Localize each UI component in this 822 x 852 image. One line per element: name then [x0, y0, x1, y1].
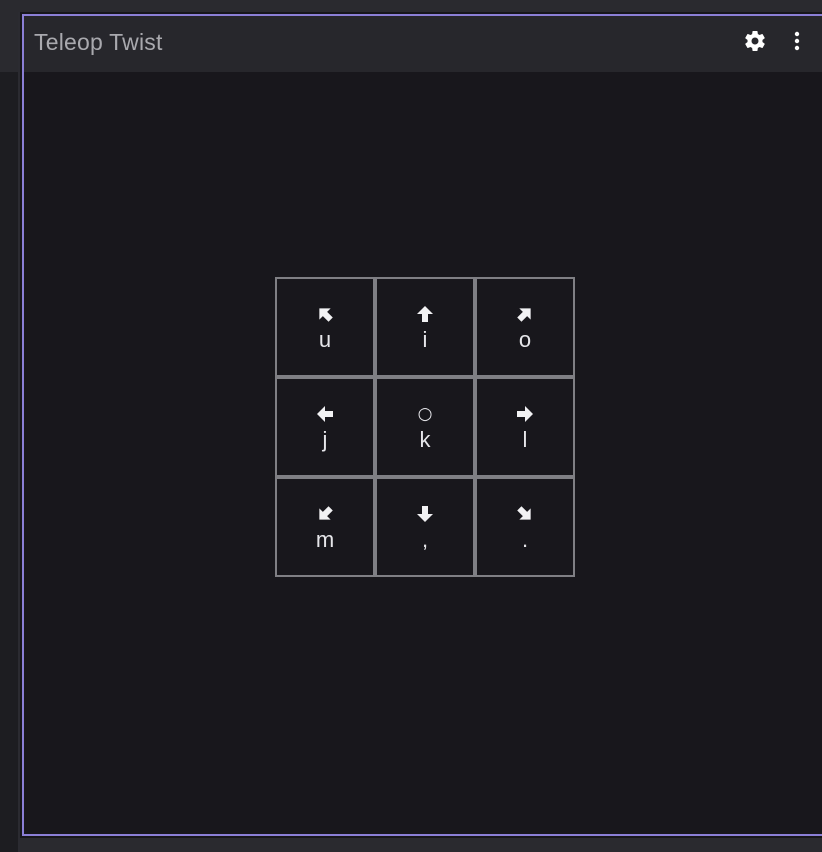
key-label: j [322, 427, 328, 452]
arrow-right-icon [516, 403, 534, 425]
top-bar [0, 0, 822, 12]
left-sidebar-edge [0, 12, 20, 852]
key-l-turn-right[interactable]: l [475, 377, 575, 477]
left-sidebar-header [0, 12, 20, 72]
key-label: o [518, 327, 532, 352]
key-j-turn-left[interactable]: j [275, 377, 375, 477]
key-k-stop[interactable]: ○ k [375, 377, 475, 477]
key-period-backward-right[interactable]: . [475, 477, 575, 577]
more-vertical-icon [785, 29, 809, 57]
arrow-up-right-icon [516, 303, 534, 325]
key-label: m [315, 527, 335, 552]
key-label: l [522, 427, 528, 452]
bottom-bar [20, 838, 822, 852]
arrow-up-icon [416, 303, 434, 325]
key-label: i [422, 327, 428, 352]
key-label: k [419, 427, 431, 452]
stop-circle-icon: ○ [418, 403, 433, 425]
key-comma-backward[interactable]: , [375, 477, 475, 577]
more-menu-button[interactable] [782, 28, 812, 58]
panel-title: Teleop Twist [34, 29, 163, 55]
key-u-forward-left[interactable]: u [275, 277, 375, 377]
teleop-keypad: u i o j ○ k l m , . [275, 277, 575, 577]
gear-icon [743, 29, 767, 57]
key-label: u [318, 327, 332, 352]
arrow-left-icon [316, 403, 334, 425]
key-i-forward[interactable]: i [375, 277, 475, 377]
key-label: , [421, 527, 429, 552]
key-m-backward-left[interactable]: m [275, 477, 375, 577]
panel-header: Teleop Twist [24, 16, 822, 72]
key-label: . [521, 527, 529, 552]
stop-glyph: ○ [417, 404, 433, 424]
left-sidebar-divider [18, 12, 20, 852]
key-o-forward-right[interactable]: o [475, 277, 575, 377]
settings-button[interactable] [740, 28, 770, 58]
arrow-down-right-icon [516, 503, 534, 525]
arrow-up-left-icon [316, 303, 334, 325]
arrow-down-icon [416, 503, 434, 525]
teleop-panel: Teleop Twist u i o j ○ k l m , . [22, 14, 822, 836]
arrow-down-left-icon [316, 503, 334, 525]
